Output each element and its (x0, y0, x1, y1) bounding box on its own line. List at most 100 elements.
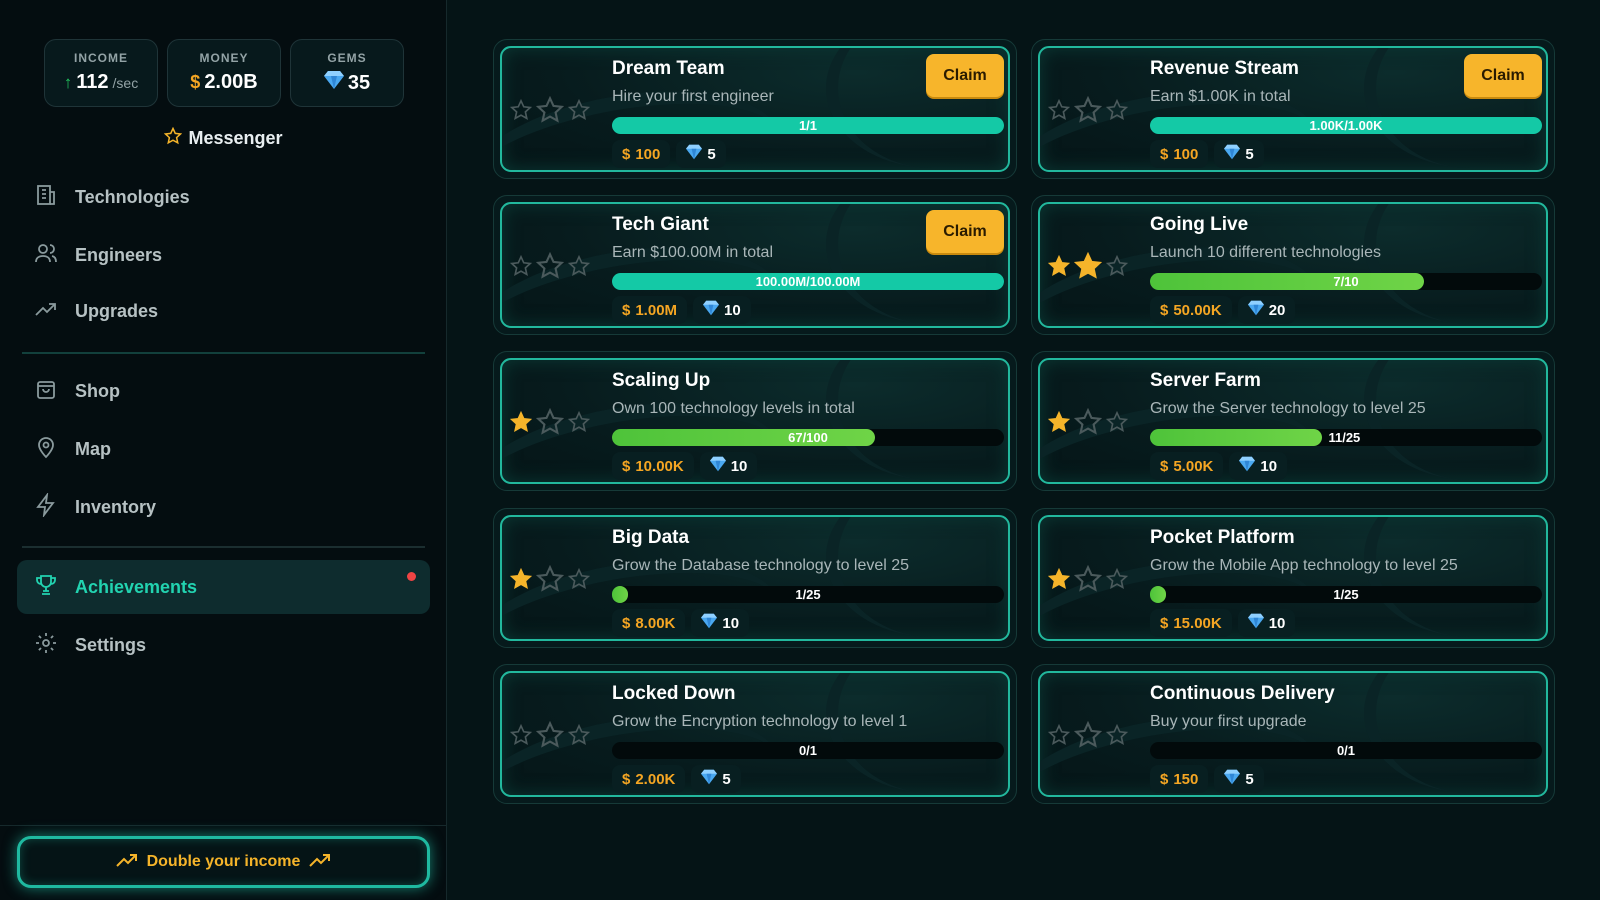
money-reward-value: 1.00M (635, 301, 678, 319)
users-icon (34, 241, 58, 270)
gem-reward: 5 (691, 765, 741, 793)
dollar-icon: $ (1160, 770, 1169, 788)
star-empty-icon (1106, 255, 1128, 276)
money-reward-value: 8.00K (635, 614, 676, 632)
dollar-icon: $ (1160, 457, 1169, 475)
gem-reward-value: 5 (1245, 145, 1254, 163)
star-empty-icon (510, 255, 532, 276)
achievement-description: Earn $100.00M in total (612, 244, 773, 261)
achievement-card: Going Live Launch 10 different technolog… (1031, 195, 1555, 335)
gem-reward-value: 10 (730, 457, 748, 475)
achievement-title: Tech Giant (612, 214, 709, 235)
rewards: $ 150 5 (1150, 765, 1264, 793)
money-reward-value: 2.00K (635, 770, 676, 788)
map-pin-icon (34, 435, 58, 464)
claim-button[interactable]: Claim (926, 54, 1004, 97)
achievement-description: Grow the Encryption technology to level … (612, 713, 908, 730)
nav-divider (22, 352, 425, 354)
nav-map[interactable]: Map (17, 422, 430, 476)
progress-bar: 100.00M/100.00M (612, 273, 1004, 290)
nav-engineers[interactable]: Engineers (17, 228, 430, 282)
star-empty-icon (536, 408, 564, 435)
star-rating (510, 96, 590, 124)
nav-settings[interactable]: Settings (17, 618, 430, 672)
progress-bar: 1.00K/1.00K (1150, 117, 1542, 134)
nav-shop[interactable]: Shop (17, 364, 430, 418)
income-value: 112 (76, 71, 109, 93)
progress-text: 1/25 (795, 587, 821, 602)
claim-button[interactable]: Claim (1464, 54, 1542, 97)
gem-reward: 5 (1214, 140, 1264, 168)
arrow-up-icon: ↑ (63, 73, 73, 92)
gem-reward-value: 10 (1260, 457, 1278, 475)
progress-text: 1/1 (798, 118, 818, 133)
gem-reward: 10 (1229, 452, 1288, 480)
building-icon (34, 183, 58, 212)
achievement-card: Big Data Grow the Database technology to… (493, 508, 1017, 648)
trophy-icon (34, 573, 58, 602)
nav-upgrades[interactable]: Upgrades (17, 284, 430, 338)
star-empty-icon (1074, 408, 1102, 435)
progress-text: 1/25 (1333, 587, 1359, 602)
dollar-icon: $ (1160, 301, 1169, 319)
star-empty-icon (536, 252, 564, 279)
money-reward-value: 10.00K (635, 457, 684, 475)
progress-text: 67/100 (788, 430, 828, 445)
nav-technologies[interactable]: Technologies (17, 170, 430, 224)
achievement-card: Server Farm Grow the Server technology t… (1031, 351, 1555, 491)
nav-technologies-label: Technologies (75, 186, 190, 207)
money-reward-value: 50.00K (1173, 301, 1222, 319)
star-rating (1048, 565, 1128, 593)
dollar-icon: $ (622, 301, 631, 319)
money-label: MONEY (199, 51, 249, 65)
double-income-button[interactable]: Double your income (17, 836, 430, 888)
lightning-icon (34, 491, 58, 522)
star-empty-icon (1048, 99, 1070, 120)
star-empty-icon (1106, 99, 1128, 120)
gems-value: 35 (347, 72, 371, 94)
gem-reward: 10 (1237, 609, 1296, 637)
progress-bar: 0/1 (1150, 742, 1542, 759)
star-empty-icon (568, 411, 590, 432)
progress-bar: 67/100 (612, 429, 1004, 446)
star-filled-icon (1048, 568, 1070, 589)
gem-icon (323, 71, 344, 95)
achievement-card-inner: Pocket Platform Grow the Mobile App tech… (1038, 515, 1548, 641)
achievement-title: Scaling Up (612, 370, 711, 391)
nav-achievements[interactable]: Achievements (17, 560, 430, 614)
achievement-card: Pocket Platform Grow the Mobile App tech… (1031, 508, 1555, 648)
nav-inventory-label: Inventory (75, 496, 157, 517)
claim-button[interactable]: Claim (926, 210, 1004, 253)
achievement-card-inner: Dream Team Hire your first engineer Clai… (500, 46, 1010, 172)
achievement-card-inner: Big Data Grow the Database technology to… (500, 515, 1010, 641)
achievement-description: Grow the Database technology to level 25 (612, 557, 910, 574)
money-reward: $ 15.00K (1150, 609, 1232, 637)
star-filled-icon (1048, 411, 1070, 432)
achievement-title: Dream Team (612, 58, 725, 79)
achievement-card-inner: Continuous Delivery Buy your first upgra… (1038, 671, 1548, 797)
star-rating (510, 565, 590, 593)
notification-dot (407, 572, 416, 581)
money-reward: $ 150 (1150, 765, 1209, 793)
rewards: $ 15.00K 10 (1150, 609, 1296, 637)
star-empty-icon (1106, 724, 1128, 745)
nav-inventory[interactable]: Inventory (17, 480, 430, 534)
gem-icon (1239, 456, 1256, 476)
gem-icon (1224, 769, 1241, 789)
gems-label: GEMS (327, 51, 367, 65)
dollar-icon: $ (1160, 145, 1169, 163)
achievement-card-inner: Server Farm Grow the Server technology t… (1038, 358, 1548, 484)
money-reward-value: 100 (635, 145, 661, 163)
money-reward-value: 15.00K (1173, 614, 1222, 632)
gem-reward: 10 (693, 296, 751, 324)
rewards: $ 8.00K 10 (612, 609, 750, 637)
star-empty-icon (510, 99, 532, 120)
money-reward: $ 100 (1150, 140, 1209, 168)
star-empty-icon (1106, 411, 1128, 432)
achievement-description: Earn $1.00K in total (1150, 88, 1291, 105)
star-rating (1048, 408, 1128, 436)
gem-reward: 20 (1237, 296, 1296, 324)
money-reward-value: 100 (1173, 145, 1199, 163)
company-label: Messenger (188, 128, 283, 148)
dollar-icon: $ (1160, 614, 1169, 632)
